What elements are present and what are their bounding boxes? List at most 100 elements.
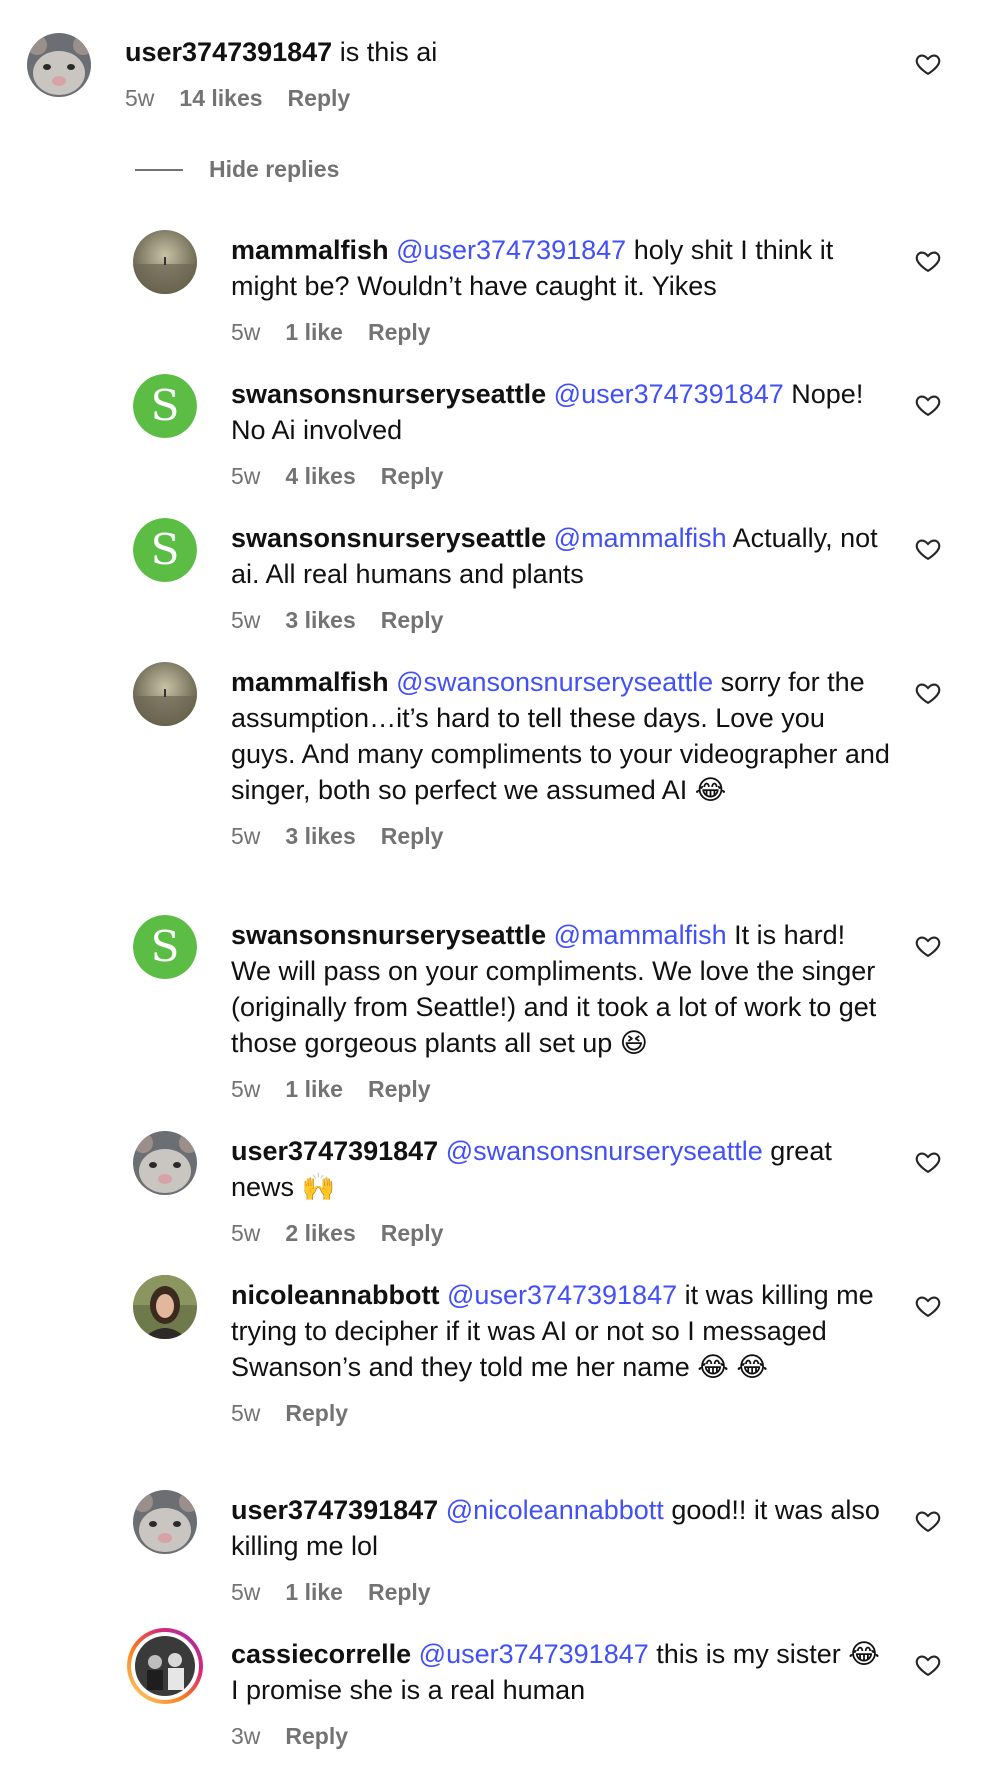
likes-count[interactable]: 1 like [285,317,343,347]
reply-button[interactable]: Reply [381,1218,444,1248]
comment-meta: 5w 14 likes Reply [125,83,885,113]
mention-link[interactable]: @user3747391847 [419,1639,649,1669]
like-button[interactable] [914,1651,942,1679]
avatar[interactable] [133,1131,197,1195]
mention-link[interactable]: @mammalfish [554,523,727,553]
reply-button[interactable]: Reply [368,1577,431,1607]
username[interactable]: swansonsnurseryseattle [231,920,546,950]
like-button[interactable] [914,247,942,275]
heart-outline-icon [915,936,941,957]
mention-link[interactable]: @mammalfish [554,920,727,950]
username[interactable]: mammalfish [231,667,389,697]
avatar[interactable] [133,662,197,726]
mention-link[interactable]: @swansonsnurseryseattle [446,1136,763,1166]
comment-meta: 5w 4 likes Reply [231,461,891,491]
avatar[interactable]: S [133,915,197,979]
like-button[interactable] [914,1148,942,1176]
avatar[interactable] [27,33,91,97]
reply-button[interactable]: Reply [381,821,444,851]
hide-replies-label: Hide replies [209,156,340,182]
reply-button[interactable]: Reply [368,317,431,347]
comment-body: swansonsnurseryseattle @mammalfish It is… [231,917,891,1104]
reply-button[interactable]: Reply [381,461,444,491]
heart-outline-icon [915,539,941,560]
heart-outline-icon [915,54,941,75]
avatar[interactable] [133,1490,197,1554]
comment-meta: 5w 2 likes Reply [231,1218,891,1248]
heart-outline-icon [915,683,941,704]
username[interactable]: swansonsnurseryseattle [231,379,546,409]
username[interactable]: user3747391847 [125,37,332,67]
hide-replies-button[interactable]: Hide replies [135,156,339,183]
comment-text: nicoleannabbott @user3747391847 it was k… [231,1277,891,1385]
comment-body: nicoleannabbott @user3747391847 it was k… [231,1277,891,1428]
comment-age: 3w [231,1723,261,1749]
likes-count[interactable]: 1 like [285,1074,343,1104]
username[interactable]: user3747391847 [231,1495,438,1525]
comment-meta: 5w 1 like Reply [231,1577,891,1607]
mention-link[interactable]: @nicoleannabbott [446,1495,664,1525]
avatar[interactable]: S [133,374,197,438]
likes-count[interactable]: 1 like [285,1577,343,1607]
reply-button[interactable]: Reply [368,1074,431,1104]
comment-body: mammalfish @swansonsnurseryseattle sorry… [231,664,891,851]
comment-text: swansonsnurseryseattle @user3747391847 N… [231,376,891,448]
swansons-logo-icon: S [133,915,197,979]
comment-body: mammalfish @user3747391847 holy shit I t… [231,232,891,347]
comment-text: swansonsnurseryseattle @mammalfish It is… [231,917,891,1061]
comment-age: 5w [125,85,155,111]
comment-body: cassiecorrelle @user3747391847 this is m… [231,1636,891,1751]
comment-meta: 5w 1 like Reply [231,317,891,347]
username[interactable]: nicoleannabbott [231,1280,440,1310]
username[interactable]: swansonsnurseryseattle [231,523,546,553]
avatar[interactable] [133,230,197,294]
like-button[interactable] [914,1507,942,1535]
swansons-logo-icon: S [133,518,197,582]
svg-text:S: S [151,525,180,574]
username[interactable]: cassiecorrelle [231,1639,411,1669]
reply-button[interactable]: Reply [288,83,351,113]
woman-avatar-icon [133,1275,197,1339]
reply-button[interactable]: Reply [381,605,444,635]
mention-link[interactable]: @user3747391847 [396,235,626,265]
like-button[interactable] [914,391,942,419]
like-button[interactable] [914,932,942,960]
rat-avatar-icon [133,1490,197,1554]
comment-meta: 5w 3 likes Reply [231,821,891,851]
username[interactable]: user3747391847 [231,1136,438,1166]
comment-text: mammalfish @swansonsnurseryseattle sorry… [231,664,891,808]
heart-outline-icon [915,1511,941,1532]
like-button[interactable] [914,1292,942,1320]
comment-age: 5w [231,319,261,345]
avatar[interactable] [125,1626,205,1706]
comment-meta: 5w 1 like Reply [231,1074,891,1104]
heart-outline-icon [915,395,941,416]
mention-link[interactable]: @swansonsnurseryseattle [396,667,713,697]
story-ring-avatar-icon [127,1628,203,1704]
like-button[interactable] [914,679,942,707]
likes-count[interactable]: 3 likes [285,605,355,635]
likes-count[interactable]: 3 likes [285,821,355,851]
mention-link[interactable]: @user3747391847 [447,1280,677,1310]
reply-button[interactable]: Reply [285,1721,348,1751]
like-button[interactable] [914,50,942,78]
avatar[interactable]: S [133,518,197,582]
reply-button[interactable]: Reply [285,1398,348,1428]
mention-link[interactable]: @user3747391847 [554,379,784,409]
heart-outline-icon [915,1655,941,1676]
heart-outline-icon [915,1296,941,1317]
comment-age: 5w [231,1076,261,1102]
username[interactable]: mammalfish [231,235,389,265]
comment-meta: 5w Reply [231,1398,891,1428]
avatar[interactable] [133,1275,197,1339]
like-button[interactable] [914,535,942,563]
comment-text: cassiecorrelle @user3747391847 this is m… [231,1636,891,1708]
comment-body: swansonsnurseryseattle @mammalfish Actua… [231,520,891,635]
likes-count[interactable]: 2 likes [285,1218,355,1248]
likes-count[interactable]: 4 likes [285,461,355,491]
comment-body: swansonsnurseryseattle @user3747391847 N… [231,376,891,491]
comment-body: user3747391847 @swansonsnurseryseattle g… [231,1133,891,1248]
svg-text:S: S [151,922,180,971]
likes-count[interactable]: 14 likes [179,83,262,113]
comment-age: 5w [231,1220,261,1246]
